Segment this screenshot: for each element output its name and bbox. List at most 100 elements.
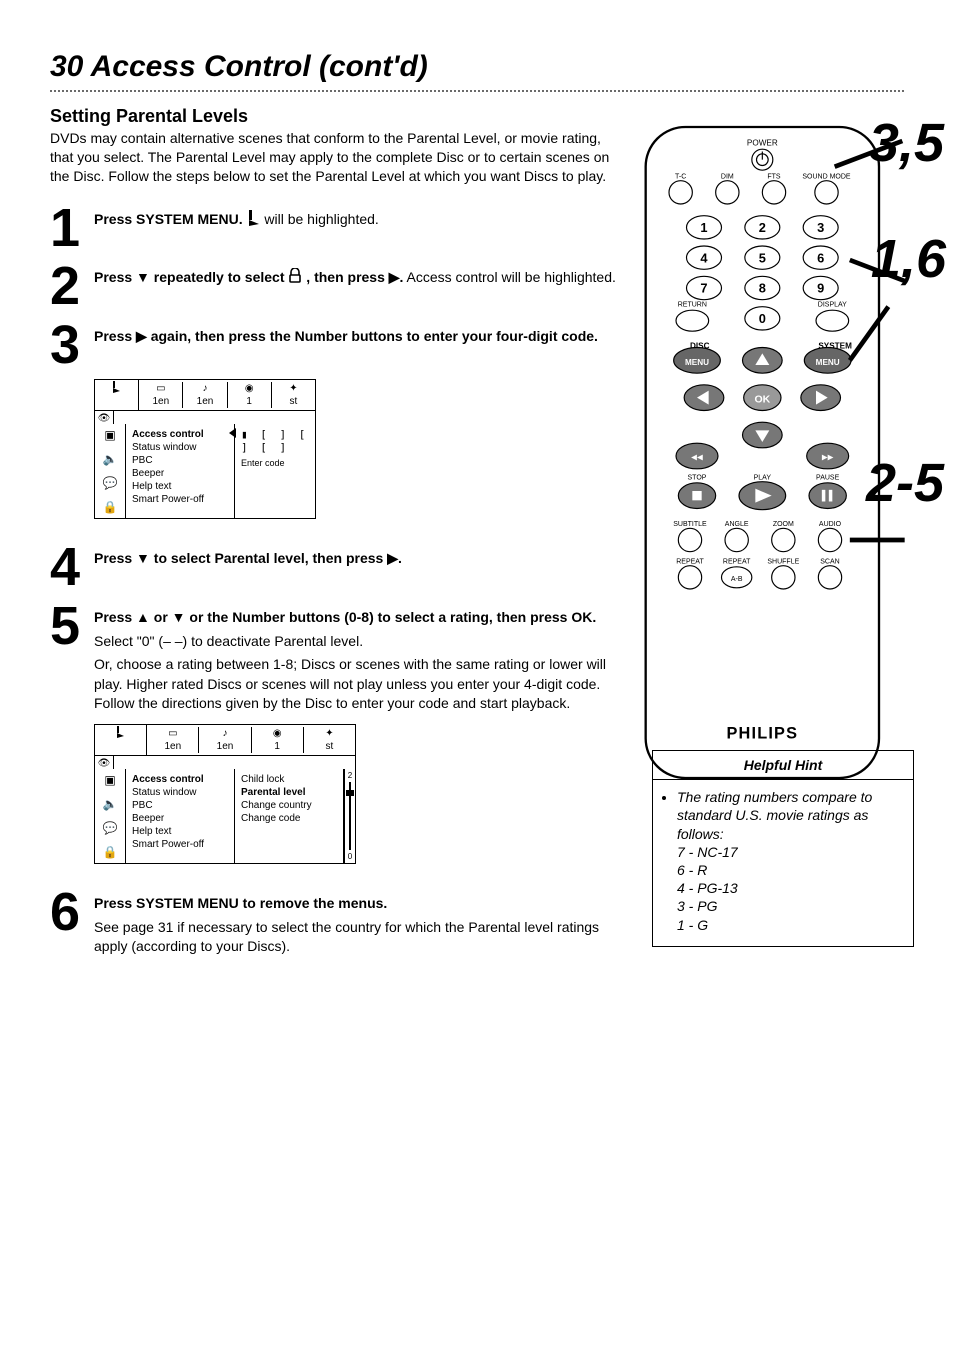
- osd1-menu-2: PBC: [132, 454, 228, 467]
- osd1-right-panel: ▮ [ ] [ ] [ ] Enter code: [235, 424, 315, 518]
- svg-text:▸▸: ▸▸: [822, 451, 834, 464]
- svg-text:3: 3: [817, 220, 824, 235]
- helpful-hint-box: Helpful Hint The rating numbers compare …: [652, 750, 914, 947]
- osd2-sub-1: Parental level: [241, 786, 337, 799]
- step-6: 6 Press SYSTEM MENU to remove the menus.…: [50, 888, 620, 957]
- osd1-menu-4: Help text: [132, 480, 228, 493]
- svg-text:SHUFFLE: SHUFFLE: [767, 558, 799, 565]
- osd2-icon-speech: 💬: [103, 821, 118, 835]
- osd1-icon-picture: ▣: [104, 428, 115, 442]
- step-4: 4 Press ▼ to select Parental level, then…: [50, 543, 620, 592]
- osd2-top-1: 1en: [199, 740, 250, 753]
- step-4-number: 4: [50, 543, 94, 592]
- osd1-icon-tv: ▭: [139, 382, 182, 395]
- svg-text:2: 2: [759, 220, 766, 235]
- osd1-top-0: 1en: [139, 395, 182, 408]
- osd2-top-2: 1: [252, 740, 303, 753]
- hint-lead: The rating numbers compare to standard U…: [677, 789, 872, 841]
- osd1-top-3: st: [272, 395, 315, 408]
- osd2-menu-list: Access control Status window PBC Beeper …: [126, 769, 235, 863]
- svg-text:MENU: MENU: [685, 358, 709, 367]
- osd-screenshot-2: ▭1en ♪1en ◉1 ✦st 👁 ▣ 🔈 💬 🔒 Access contro…: [94, 724, 356, 864]
- callout-1-6: 1,6: [871, 228, 946, 290]
- osd2-sub-0: Child lock: [241, 773, 337, 786]
- menu-bar-icon: [247, 210, 261, 230]
- osd1-icon-speech: 💬: [103, 476, 118, 490]
- svg-text:RETURN: RETURN: [678, 302, 707, 309]
- svg-text:9: 9: [817, 281, 824, 296]
- osd2-icon-picture: ▣: [104, 773, 115, 787]
- osd1-icon-note: ♪: [183, 382, 226, 395]
- svg-text:7: 7: [700, 281, 707, 296]
- remote-illustration: 3,5 1,6 2-5 POWER T-C DIM FTS SOUND MODE…: [634, 120, 914, 790]
- osd2-top-3: st: [304, 740, 355, 753]
- step-5-p1: Select "0" (– –) to deactivate Parental …: [94, 632, 620, 652]
- osd1-icon-speaker: 🔈: [103, 452, 118, 466]
- step-2: 2 Press ▼ repeatedly to select , then pr…: [50, 262, 620, 311]
- step-5-number: 5: [50, 602, 94, 651]
- svg-text:PAUSE: PAUSE: [816, 474, 840, 481]
- osd1-icon-lock: 🔒: [103, 500, 118, 514]
- osd1-top-1: 1en: [183, 395, 226, 408]
- step-1-bold: Press SYSTEM MENU.: [94, 211, 243, 227]
- hint-rating-0: 7 - NC-17: [677, 844, 738, 860]
- svg-text:4: 4: [700, 250, 708, 265]
- osd1-menu-1: Status window: [132, 441, 228, 454]
- osd2-icon-menu: [116, 730, 126, 741]
- svg-text:5: 5: [759, 250, 766, 265]
- osd1-menu-5: Smart Power-off: [132, 493, 228, 506]
- osd2-menu-3: Beeper: [132, 812, 228, 825]
- osd2-sub-3: Change code: [241, 812, 337, 825]
- osd2-top-row: ▭1en ♪1en ◉1 ✦st: [95, 725, 355, 756]
- osd1-code-slots: ▮ [ ] [ ] [ ]: [241, 428, 309, 454]
- step-5-bold: Press ▲ or ▼ or the Number buttons (0-8)…: [94, 609, 596, 625]
- osd2-icon-speaker: 🔈: [103, 797, 118, 811]
- svg-text:0: 0: [759, 311, 766, 326]
- svg-text:ZOOM: ZOOM: [773, 521, 794, 528]
- step-3-number: 3: [50, 321, 94, 370]
- svg-text:A-B: A-B: [731, 576, 743, 583]
- step-3-bold: Press ▶ again, then press the Number but…: [94, 328, 598, 344]
- svg-text:PLAY: PLAY: [754, 474, 772, 481]
- osd2-menu-4: Help text: [132, 825, 228, 838]
- svg-text:FTS: FTS: [767, 173, 781, 180]
- osd2-side-icons: ▣ 🔈 💬 🔒: [95, 769, 126, 863]
- osd2-icon-lock: 🔒: [103, 845, 118, 859]
- osd2-menu-5: Smart Power-off: [132, 838, 228, 851]
- osd1-pointer-icon: [229, 428, 236, 438]
- page-title: 30 Access Control (cont'd): [50, 50, 904, 84]
- step-6-rest: See page 31 if necessary to select the c…: [94, 918, 620, 957]
- osd1-top-2: 1: [228, 395, 271, 408]
- svg-text:SOUND MODE: SOUND MODE: [802, 173, 851, 180]
- osd2-icon-tv: ▭: [147, 727, 198, 740]
- svg-text:REPEAT: REPEAT: [676, 558, 704, 565]
- osd2-icon-disc: ◉: [252, 727, 303, 740]
- hint-title: Helpful Hint: [653, 751, 913, 780]
- svg-text:REPEAT: REPEAT: [723, 558, 751, 565]
- step-2-number: 2: [50, 262, 94, 311]
- step-1: 1 Press SYSTEM MENU. will be highlighted…: [50, 204, 620, 253]
- svg-text:PHILIPS: PHILIPS: [726, 724, 798, 742]
- step-2-rest: Access control will be highlighted.: [407, 269, 616, 285]
- svg-text:MENU: MENU: [816, 358, 840, 367]
- svg-text:T-C: T-C: [675, 173, 686, 180]
- svg-text:SUBTITLE: SUBTITLE: [673, 521, 707, 528]
- step-3: 3 Press ▶ again, then press the Number b…: [50, 321, 620, 370]
- label-power: POWER: [747, 139, 778, 148]
- osd2-menu-2: PBC: [132, 799, 228, 812]
- intro-paragraph: DVDs may contain alternative scenes that…: [50, 129, 620, 186]
- title-divider: [50, 90, 904, 92]
- step-6-number: 6: [50, 888, 94, 937]
- step-2-bold-a: Press ▼ repeatedly to select: [94, 269, 288, 285]
- osd-screenshot-1: ▭1en ♪1en ◉1 ✦st 👁 ▣ 🔈 💬 🔒 Access contro…: [94, 379, 316, 519]
- padlock-icon: [288, 268, 302, 286]
- osd2-slider-top: 2: [348, 771, 352, 780]
- svg-text:◂◂: ◂◂: [691, 451, 703, 464]
- hint-rating-2: 4 - PG-13: [677, 880, 738, 896]
- svg-text:6: 6: [817, 250, 824, 265]
- step-4-bold: Press ▼ to select Parental level, then p…: [94, 550, 402, 566]
- svg-text:8: 8: [759, 281, 766, 296]
- osd1-icon-star: ✦: [272, 382, 315, 395]
- osd1-menu-0: Access control: [132, 428, 228, 441]
- step-5: 5 Press ▲ or ▼ or the Number buttons (0-…: [50, 602, 620, 714]
